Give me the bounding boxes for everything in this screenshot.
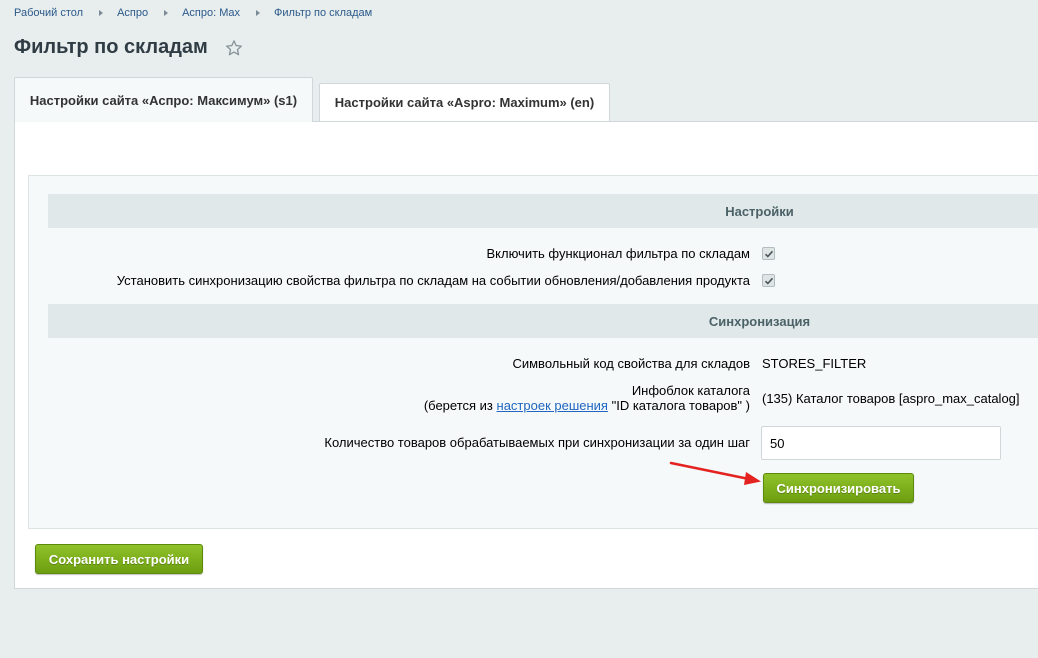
iblock-label-title: Инфоблок каталога xyxy=(631,383,750,398)
property-code-value: STORES_FILTER xyxy=(762,356,867,371)
chevron-right-icon xyxy=(256,10,261,16)
check-icon xyxy=(764,277,774,285)
enable-filter-label: Включить функционал фильтра по складам xyxy=(486,246,751,261)
breadcrumb-item-current[interactable]: Фильтр по складам xyxy=(274,7,372,19)
batch-count-label: Количество товаров обрабатываемых при си… xyxy=(324,435,750,450)
chevron-right-icon xyxy=(164,10,169,16)
batch-count-input[interactable] xyxy=(761,426,1001,460)
property-code-label: Символьный код свойства для складов xyxy=(512,356,750,371)
star-icon[interactable] xyxy=(225,39,243,57)
iblock-hint-suffix: "ID каталога товаров" ) xyxy=(611,398,750,413)
settings-form: Настройки Включить функционал фильтра по… xyxy=(28,175,1038,529)
iblock-label: Инфоблок каталога (берется из настроек р… xyxy=(424,383,750,413)
synchronize-button[interactable]: Синхронизировать xyxy=(763,473,914,503)
breadcrumb-item-aspro-max[interactable]: Аспро: Max xyxy=(182,7,240,19)
breadcrumb-item-desktop[interactable]: Рабочий стол xyxy=(14,7,83,19)
red-arrow-annotation xyxy=(669,461,761,485)
section-header-sync: Синхронизация xyxy=(48,304,1038,338)
page-title: Фильтр по складам xyxy=(14,36,208,58)
enable-filter-checkbox[interactable] xyxy=(762,247,775,260)
save-settings-button[interactable]: Сохранить настройки xyxy=(35,544,203,574)
solution-settings-link[interactable]: настроек решения xyxy=(497,398,608,413)
iblock-hint: (берется из настроек решения "ID каталог… xyxy=(424,398,750,413)
tab-site-s1[interactable]: Настройки сайта «Аспро: Максимум» (s1) xyxy=(14,77,313,122)
iblock-value: (135) Каталог товаров [aspro_max_catalog… xyxy=(762,391,1020,406)
breadcrumb-item-aspro[interactable]: Аспро xyxy=(117,7,148,19)
iblock-hint-prefix: (берется из xyxy=(423,398,493,413)
section-header-settings: Настройки xyxy=(48,194,1038,228)
check-icon xyxy=(764,250,774,258)
sync-event-label: Установить синхронизацию свойства фильтр… xyxy=(116,273,750,288)
tab-site-en[interactable]: Настройки сайта «Aspro: Maximum» (en) xyxy=(319,83,610,121)
breadcrumb: Рабочий стол Аспро Аспро: Max Фильтр по … xyxy=(14,7,372,19)
settings-panel: Настройки Включить функционал фильтра по… xyxy=(14,121,1038,589)
sync-event-checkbox[interactable] xyxy=(762,274,775,287)
chevron-right-icon xyxy=(99,10,104,16)
page-title-wrap: Фильтр по складам xyxy=(14,36,243,59)
